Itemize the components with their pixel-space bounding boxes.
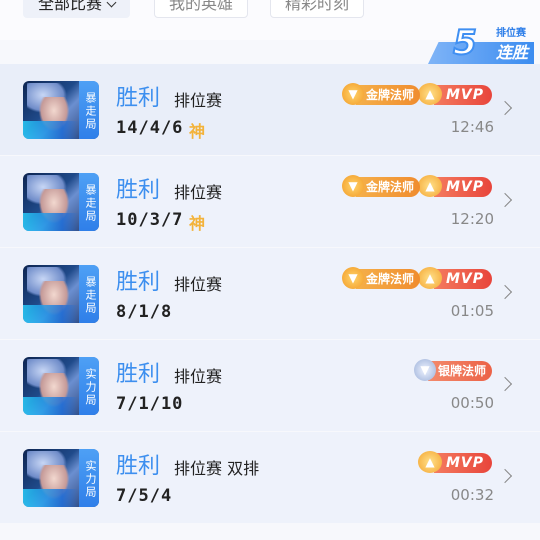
filter-all-matches[interactable]: 全部比赛 [23,0,131,18]
match-type: 排位赛 双排 [174,459,260,478]
match-row[interactable]: 实力局 胜利 排位赛 双排 7/5/4 ▲ MVP 00:32 [0,432,540,524]
match-result: 胜利 [116,270,161,295]
match-duration: 01:05 [450,302,494,320]
medal-label: 金牌法师 [355,85,420,105]
mvp-badge: ▲ MVP [417,83,492,105]
match-type: 排位赛 [174,275,223,294]
mode-tag: 实力局 [79,449,99,507]
medal-badge: ▼ 金牌法师 [341,267,420,289]
match-result: 胜利 [116,362,161,387]
medal-label: 金牌法师 [355,269,420,289]
mvp-label: MVP [433,453,492,473]
hero-glow-shading [23,121,79,139]
filter-all-matches-label: 全部比赛 [38,0,103,13]
match-duration: 12:20 [450,210,494,228]
hero-glow-shading [23,397,79,415]
match-result: 胜利 [116,86,161,111]
thumbs-up-icon: ▲ [417,267,442,289]
mode-tag: 暴走局 [79,173,99,231]
hero-avatar: 实力局 [23,449,99,507]
match-row[interactable]: 暴走局 胜利 排位赛 10/3/7 神 ▲ MVP ▼ 金牌法师 12:20 [0,156,540,248]
chevron-right-icon [497,284,513,300]
medal-label: 银牌法师 [427,361,492,381]
chevron-right-icon [497,192,513,208]
mvp-badge: ▲ MVP [417,451,492,473]
match-result: 胜利 [116,178,161,203]
kda: 7/5/4 [116,486,173,506]
medal-label: 金牌法师 [355,177,420,197]
kda: 7/1/10 [116,394,184,414]
medal-icon: ▼ [341,267,364,289]
medal-badge: ▼ 银牌法师 [413,359,492,381]
godlike-badge: 神 [189,122,206,141]
match-duration: 00:50 [450,394,494,412]
medal-icon: ▼ [413,359,436,381]
chevron-right-icon [497,468,513,484]
mvp-label: MVP [433,177,492,197]
match-type: 排位赛 [174,183,223,202]
filter-highlights-label: 精彩时刻 [285,0,350,13]
hero-avatar: 暴走局 [23,173,99,231]
mvp-badge: ▲ MVP [417,267,492,289]
mode-tag: 暴走局 [79,265,99,323]
thumbs-up-icon: ▲ [417,83,442,105]
mode-tag: 实力局 [79,357,99,415]
hero-avatar: 暴走局 [23,81,99,139]
match-duration: 00:32 [450,486,494,504]
chevron-down-icon [106,0,117,8]
match-list: 暴走局 胜利 排位赛 14/4/6 神 ▲ MVP ▼ 金牌法师 12:46 暴走局 胜利 排位赛 10/… [0,64,540,524]
match-result: 胜利 [116,454,161,479]
medal-badge: ▼ 金牌法师 [341,175,420,197]
hero-glow-shading [23,213,79,231]
medal-badge: ▼ 金牌法师 [341,83,420,105]
kda: 10/3/7 [116,210,184,230]
streak-sub-label: 排位赛 [496,28,526,39]
filter-my-heroes[interactable]: 我的英雄 [154,0,249,18]
filter-my-heroes-label: 我的英雄 [169,0,234,13]
hero-glow-shading [23,489,79,507]
kda: 8/1/8 [116,302,173,322]
mvp-label: MVP [433,269,492,289]
hero-avatar: 暴走局 [23,265,99,323]
kda: 14/4/6 [116,118,184,138]
streak-label: 连胜 [495,43,528,62]
mode-tag: 暴走局 [79,81,99,139]
thumbs-up-icon: ▲ [417,175,442,197]
medal-icon: ▼ [341,83,364,105]
medal-icon: ▼ [341,175,364,197]
match-row[interactable]: 暴走局 胜利 排位赛 8/1/8 ▲ MVP ▼ 金牌法师 01:05 [0,248,540,340]
hero-avatar: 实力局 [23,357,99,415]
streak-count: 5 [452,23,478,63]
thumbs-up-icon: ▲ [417,451,442,473]
match-type: 排位赛 [174,91,223,110]
match-type: 排位赛 [174,367,223,386]
chevron-right-icon [497,100,513,116]
filter-highlights[interactable]: 精彩时刻 [270,0,365,18]
win-streak-badge: 5 排位赛 连胜 [426,22,534,64]
match-row[interactable]: 实力局 胜利 排位赛 7/1/10 ▼ 银牌法师 00:50 [0,340,540,432]
chevron-right-icon [497,376,513,392]
godlike-badge: 神 [189,214,206,233]
mvp-badge: ▲ MVP [417,175,492,197]
mvp-label: MVP [433,85,492,105]
match-row[interactable]: 暴走局 胜利 排位赛 14/4/6 神 ▲ MVP ▼ 金牌法师 12:46 [0,64,540,156]
hero-glow-shading [23,305,79,323]
match-duration: 12:46 [450,118,494,136]
